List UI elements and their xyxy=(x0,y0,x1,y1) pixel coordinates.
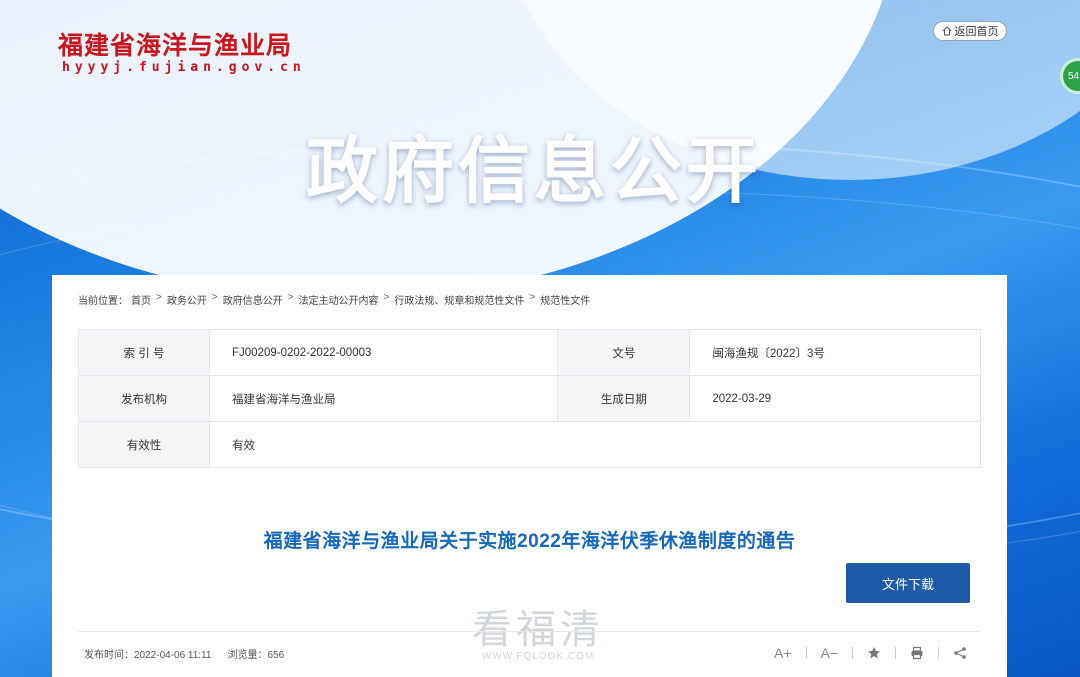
hero-title: 政府信息公开 xyxy=(306,129,763,213)
validity-value: 有效 xyxy=(209,421,981,468)
breadcrumb-item[interactable]: 规范性文件 xyxy=(540,292,590,307)
view-count: 浏览量：656 xyxy=(227,650,285,661)
divider xyxy=(78,631,981,632)
breadcrumb-item[interactable]: 法定主动公开内容 xyxy=(299,292,379,307)
font-decrease-button[interactable]: A− xyxy=(821,645,839,661)
article-title: 福建省海洋与渔业局关于实施2022年海洋伏季休渔制度的通告 xyxy=(263,531,796,552)
index-label: 索 引 号 xyxy=(78,329,210,376)
breadcrumb-separator: > xyxy=(529,292,536,303)
article-info: 发布时间：2022-04-06 11:11 浏览量：656 xyxy=(84,646,284,661)
doc-number-label: 文号 xyxy=(557,329,691,376)
article-tools: A+ A− xyxy=(774,645,967,661)
breadcrumb-item[interactable]: 政府信息公开 xyxy=(223,292,283,307)
date-value: 2022-03-29 xyxy=(689,375,981,422)
breadcrumb-item[interactable]: 政务公开 xyxy=(167,292,207,307)
star-icon[interactable] xyxy=(867,646,881,660)
print-icon[interactable] xyxy=(910,646,924,660)
table-row: 索 引 号 FJ00209-0202-2022-00003 文号 闽海渔规〔20… xyxy=(78,329,981,376)
breadcrumb-separator: > xyxy=(156,292,162,303)
tool-separator xyxy=(852,647,854,659)
watermark-url: WWW.FQLOOK.COM xyxy=(481,651,595,662)
home-button[interactable]: 返回首页 xyxy=(933,21,1007,41)
document-meta-table: 索 引 号 FJ00209-0202-2022-00003 文号 闽海渔规〔20… xyxy=(78,329,981,468)
tool-separator xyxy=(805,647,807,659)
share-icon[interactable] xyxy=(953,646,967,660)
publisher-label: 发布机构 xyxy=(78,375,210,422)
badge-text: 54 xyxy=(1068,70,1080,82)
index-value: FJ00209-0202-2022-00003 xyxy=(208,329,559,376)
watermark: 看福清 WWW.FQLOOK.COM xyxy=(472,597,604,662)
breadcrumb-separator: > xyxy=(287,292,294,303)
breadcrumb-item[interactable]: 行政法规、规章和规范性文件 xyxy=(394,292,524,307)
breadcrumb: 当前位置： 首页 > 政务公开 > 政府信息公开 > 法定主动公开内容 > 行政… xyxy=(78,292,590,307)
publisher-value: 福建省海洋与渔业局 xyxy=(208,375,559,422)
date-label: 生成日期 xyxy=(557,375,691,422)
site-logo-url: hyyyj.fujian.gov.cn xyxy=(62,60,306,75)
publish-time: 发布时间：2022-04-06 11:11 xyxy=(84,650,212,661)
home-icon xyxy=(942,26,951,36)
breadcrumb-prefix: 当前位置： xyxy=(78,296,128,307)
validity-label: 有效性 xyxy=(78,421,210,468)
content-card: 当前位置： 首页 > 政务公开 > 政府信息公开 > 法定主动公开内容 > 行政… xyxy=(52,275,1007,677)
breadcrumb-item[interactable]: 首页 xyxy=(131,292,151,307)
table-row: 发布机构 福建省海洋与渔业局 生成日期 2022-03-29 xyxy=(78,375,981,422)
site-logo-name[interactable]: 福建省海洋与渔业局 xyxy=(58,26,292,62)
font-increase-button[interactable]: A+ xyxy=(774,645,792,661)
tool-separator xyxy=(895,647,897,659)
tool-separator xyxy=(938,647,940,659)
watermark-text: 看福清 xyxy=(472,607,604,653)
table-row: 有效性 有效 xyxy=(78,421,981,468)
doc-number-value: 闽海渔规〔2022〕3号 xyxy=(689,329,981,376)
download-button[interactable]: 文件下载 xyxy=(846,563,970,603)
home-button-label: 返回首页 xyxy=(954,26,999,38)
breadcrumb-separator: > xyxy=(211,292,218,303)
breadcrumb-separator: > xyxy=(383,292,390,303)
